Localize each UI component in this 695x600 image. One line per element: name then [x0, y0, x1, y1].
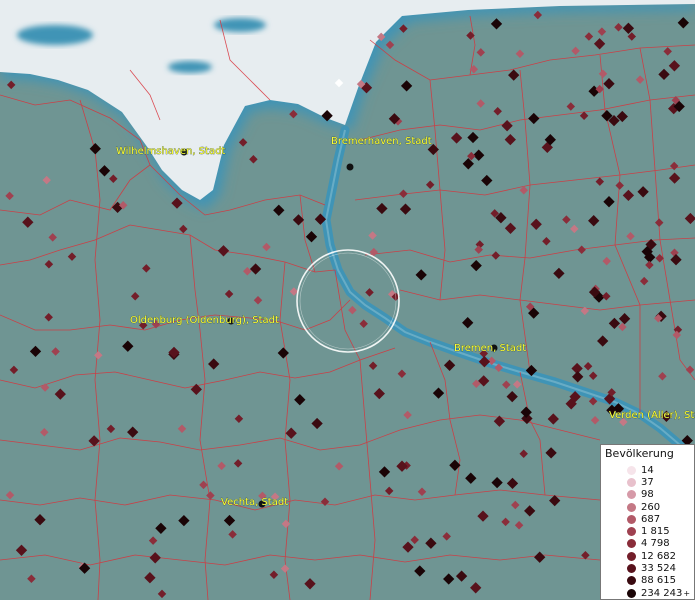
legend-item: 260	[601, 501, 694, 513]
legend-label: 88 615	[641, 575, 676, 587]
legend-item: 33 524	[601, 562, 694, 574]
legend-swatch	[627, 564, 636, 574]
legend-swatch	[627, 477, 636, 487]
legend-swatch	[627, 490, 636, 500]
legend-label: 33 524	[641, 563, 676, 575]
city-label-oldenburg: Oldenburg (Oldenburg), Stadt	[130, 315, 279, 326]
legend-swatch	[627, 465, 636, 475]
legend-item: 687	[601, 513, 694, 525]
city-label-vechta: Vechta, Stadt	[221, 497, 288, 508]
city-label-bremerhaven: Bremerhaven, Stadt	[331, 136, 432, 147]
legend-label: 687	[641, 513, 661, 525]
legend-label: 1 815	[641, 526, 670, 538]
legend-swatch	[627, 539, 636, 549]
legend-rows: 14 37 98 260 687 1 815 4 798 12 682 33 524 88 615…	[601, 464, 694, 599]
legend-plus-sign: +	[683, 588, 691, 598]
legend-label: 98	[641, 489, 654, 501]
city-label-wilhelmshaven: Wilhelmshaven, Stadt	[116, 146, 225, 157]
legend-label: 4 798	[641, 538, 670, 550]
legend-item: 4 798	[601, 538, 694, 550]
population-legend: Bevölkerung 14 37 98 260 687 1 815 4 798 12 682…	[600, 444, 695, 600]
legend-swatch	[627, 502, 636, 512]
legend-item: 37	[601, 476, 694, 488]
legend-swatch	[627, 576, 636, 586]
legend-item: 14	[601, 464, 694, 476]
legend-swatch	[627, 514, 636, 524]
city-label-bremen: Bremen, Stadt	[454, 343, 526, 354]
city-marker-bremerhaven[interactable]	[346, 163, 354, 171]
legend-item: 12 682	[601, 550, 694, 562]
legend-label: 37	[641, 476, 654, 488]
legend-swatch	[627, 551, 636, 561]
legend-item: 98	[601, 489, 694, 501]
legend-swatch	[627, 527, 636, 537]
legend-label: 14	[641, 464, 654, 476]
legend-item: 1 815	[601, 525, 694, 537]
legend-title: Bevölkerung	[605, 447, 674, 460]
legend-label: 234 243	[641, 587, 683, 599]
legend-swatch	[627, 588, 636, 598]
legend-item: 234 243 +	[601, 587, 694, 599]
city-label-verden: Verden (Aller), Stadt	[609, 410, 695, 421]
legend-item: 88 615	[601, 575, 694, 587]
map-canvas[interactable]: Wilhelmshaven, Stadt Bremerhaven, Stadt …	[0, 0, 695, 600]
legend-label: 260	[641, 501, 661, 513]
legend-label: 12 682	[641, 550, 676, 562]
